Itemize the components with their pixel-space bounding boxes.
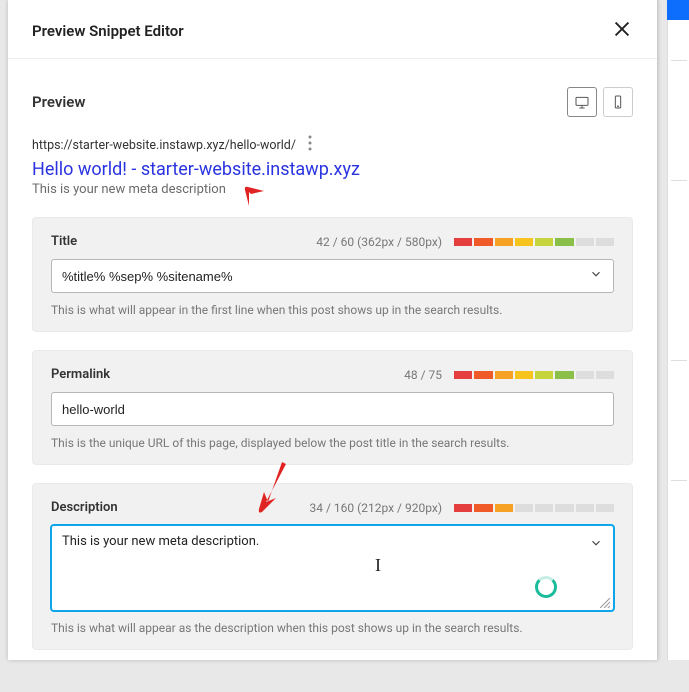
title-input[interactable] [62, 269, 589, 284]
editor-sidebar-sliver [667, 0, 689, 660]
serp-preview-url: https://starter-website.instawp.xyz/hell… [32, 138, 296, 153]
permalink-panel: Permalink 48 / 75 This is the unique URL… [32, 350, 633, 465]
close-icon[interactable] [611, 18, 633, 44]
description-counter: 34 / 160 (212px / 920px) [310, 501, 442, 515]
desktop-preview-button[interactable] [567, 87, 597, 117]
title-panel: Title 42 / 60 (362px / 580px) This is wh… [32, 217, 633, 332]
title-input-wrap[interactable] [51, 259, 614, 293]
title-counter: 42 / 60 (362px / 580px) [316, 235, 442, 249]
chevron-down-icon[interactable] [589, 536, 603, 554]
more-options-icon[interactable] [304, 135, 316, 155]
modal-title: Preview Snippet Editor [32, 22, 184, 40]
device-toggle-group [567, 87, 633, 117]
modal-body: Preview https://starter-website.instawp.… [8, 59, 657, 692]
title-length-bar [454, 238, 614, 246]
publish-button-sliver[interactable] [667, 0, 689, 20]
title-field-label: Title [51, 234, 77, 249]
preview-snippet-modal: Preview Snippet Editor Preview https://s… [8, 0, 658, 660]
mobile-preview-button[interactable] [603, 87, 633, 117]
title-hint: This is what will appear in the first li… [51, 303, 614, 317]
permalink-input-wrap[interactable] [51, 392, 614, 426]
preview-label: Preview [32, 93, 85, 111]
description-input-wrap[interactable] [51, 525, 614, 611]
description-panel: Description 34 / 160 (212px / 920px) [32, 483, 633, 650]
description-hint: This is what will appear as the descript… [51, 621, 614, 635]
description-textarea[interactable] [62, 534, 583, 602]
loading-spinner-icon [535, 576, 557, 598]
permalink-length-bar [454, 371, 614, 379]
serp-preview-description: This is your new meta description [32, 182, 633, 197]
chevron-down-icon[interactable] [589, 267, 603, 285]
serp-preview-title: Hello world! - starter-website.instawp.x… [32, 159, 633, 180]
resize-handle-icon[interactable] [600, 597, 610, 607]
permalink-counter: 48 / 75 [404, 368, 442, 382]
permalink-hint: This is the unique URL of this page, dis… [51, 436, 614, 450]
modal-header: Preview Snippet Editor [8, 0, 657, 59]
serp-preview-url-row: https://starter-website.instawp.xyz/hell… [32, 135, 633, 155]
permalink-input[interactable] [62, 402, 603, 417]
description-field-label: Description [51, 500, 118, 515]
permalink-field-label: Permalink [51, 367, 110, 382]
preview-header-row: Preview [32, 87, 633, 117]
description-length-bar [454, 504, 614, 512]
